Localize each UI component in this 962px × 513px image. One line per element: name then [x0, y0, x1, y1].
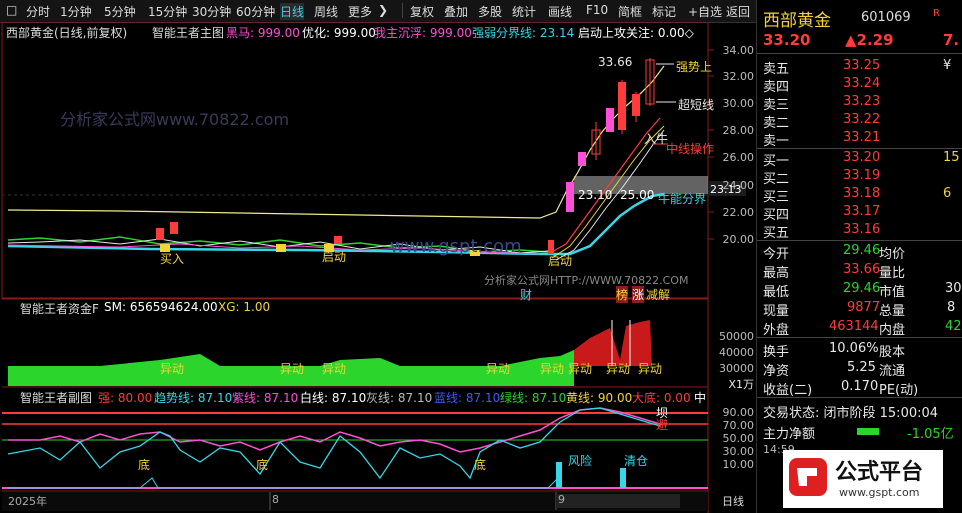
- zhang-label: 涨: [632, 286, 645, 303]
- f10-button[interactable]: F10: [586, 3, 608, 17]
- entry-label: 入牛: [644, 132, 669, 146]
- mark-button[interactable]: 标记: [652, 3, 676, 20]
- risk-label: 风险: [568, 454, 593, 468]
- simple-frame-button[interactable]: 简框: [618, 3, 642, 20]
- jie-label: 减解: [646, 288, 671, 302]
- start-label-2: 启动: [548, 254, 573, 268]
- yidong-6: 异动: [568, 362, 593, 376]
- sub2-header: 智能王者副图 强: 80.00 趋势线: 87.10 紫线: 87.10 白线:…: [20, 391, 707, 405]
- price-23-10: 23.10: [578, 188, 613, 202]
- add-favorite-button[interactable]: +自选: [688, 3, 722, 20]
- super-short-label: 超短线: [678, 98, 715, 112]
- yidong-5: 异动: [540, 362, 565, 376]
- bottom-marker-2: 底: [256, 458, 269, 472]
- quote-panel: 西部黄金 601069 R 33.20 ▲2.29 7. 卖五 33.25 ¥ 卖四…: [756, 0, 962, 513]
- draw-line-button[interactable]: 画线: [548, 3, 572, 20]
- yidong-3: 异动: [322, 362, 347, 376]
- price-pct: 7.: [943, 31, 960, 49]
- tab-5min[interactable]: 5分钟: [104, 3, 136, 20]
- clear-label: 清仓: [624, 454, 649, 468]
- bull-boundary-label: 牛能分界: [658, 192, 707, 206]
- stock-code: 601069: [861, 10, 911, 25]
- x-axis-year: 2025年: [8, 495, 47, 508]
- tab-15min[interactable]: 15分钟: [148, 3, 187, 20]
- overlay-button[interactable]: 叠加: [444, 3, 468, 20]
- yidong-8: 异动: [638, 362, 663, 376]
- bottom-marker-1: 底: [138, 458, 151, 472]
- watermark-line: 分析家公式网www.70822.com: [60, 110, 290, 129]
- yidong-4: 异动: [486, 362, 511, 376]
- tab-daily[interactable]: 日线: [280, 3, 305, 20]
- toolbar-checkbox-icon[interactable]: □: [6, 3, 17, 17]
- price-change: ▲2.29: [845, 31, 894, 49]
- current-price-tag: 23.13: [710, 183, 742, 196]
- chart-canvas[interactable]: [0, 22, 756, 513]
- tab-1min[interactable]: 1分钟: [60, 3, 92, 20]
- logo-text: 公式平台: [835, 460, 924, 485]
- buy-label: 买入: [160, 252, 185, 266]
- tab-more[interactable]: 更多: [348, 3, 372, 20]
- x-axis-aug: 8: [272, 493, 279, 506]
- marker-bi: 避: [656, 418, 669, 432]
- bottom-marker-3: 底: [474, 458, 487, 472]
- cai-label: 财: [520, 288, 533, 302]
- x-axis-period[interactable]: 日线: [722, 493, 744, 509]
- price-25-00: 25.00: [620, 188, 655, 202]
- tab-fenshi[interactable]: 分时: [26, 3, 50, 20]
- trade-status: 交易状态: 闭市阶段 15:00:04: [763, 406, 939, 421]
- more-chevron-icon[interactable]: ❯: [378, 3, 388, 17]
- platform-logo: 公式平台 www.gspt.com: [783, 450, 943, 508]
- current-price: 33.20: [763, 31, 811, 49]
- x-axis-sep: 9: [558, 493, 565, 506]
- tab-60min[interactable]: 60分钟: [236, 3, 275, 20]
- bang-label: 榜: [616, 286, 629, 303]
- logo-url: www.gspt.com: [839, 486, 920, 499]
- start-label-1: 启动: [322, 250, 347, 264]
- yidong-7: 异动: [606, 362, 631, 376]
- stats-button[interactable]: 统计: [512, 3, 536, 20]
- multi-stock-button[interactable]: 多股: [478, 3, 502, 20]
- mid-line-label: 中线操作: [666, 142, 715, 156]
- yidong-1: 异动: [160, 362, 185, 376]
- yidong-2: 异动: [280, 362, 305, 376]
- logo-icon: [789, 458, 827, 496]
- main-net-label: 主力净额: [763, 427, 816, 442]
- main-net-bar: [857, 428, 879, 435]
- tab-30min[interactable]: 30分钟: [192, 3, 231, 20]
- fuquan-button[interactable]: 复权: [410, 3, 434, 20]
- sub1-header: 智能王者资金F SM: 656594624.00 XG: 1.00: [20, 300, 271, 316]
- main-net-value: -1.05亿: [907, 427, 954, 442]
- trend-label: 强势上: [676, 60, 713, 74]
- site-watermark: www.gspt.com: [390, 236, 522, 257]
- back-button[interactable]: 返回: [726, 3, 750, 20]
- tab-weekly[interactable]: 周线: [314, 3, 338, 20]
- high-price-label: 33.66: [598, 55, 633, 69]
- margin-badge: R: [933, 8, 940, 19]
- stock-name: 西部黄金: [763, 11, 831, 31]
